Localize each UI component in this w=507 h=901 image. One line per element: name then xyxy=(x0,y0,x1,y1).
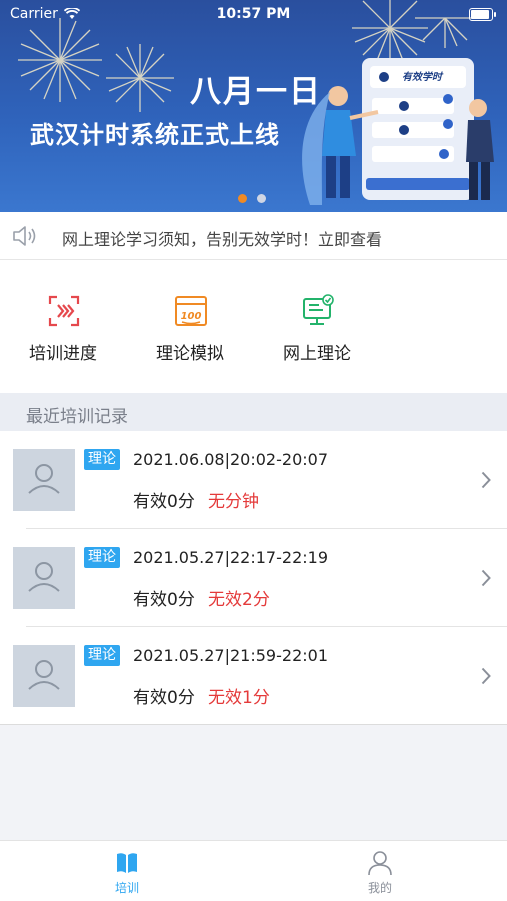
notice-text[interactable]: 网上理论学习须知，告别无效学时！立即查看 xyxy=(62,226,382,250)
function-menu: 培训进度 100 理论模拟 网上理论 xyxy=(0,260,507,393)
record-effective: 有效0分 xyxy=(133,590,195,610)
user-placeholder-icon xyxy=(28,660,60,690)
menu-label: 培训进度 xyxy=(29,344,97,364)
chevron-right-icon xyxy=(481,569,491,587)
list-item[interactable]: 理论 2021.05.27|22:17-22:19 有效0分 无效2分 xyxy=(0,529,507,627)
chevron-right-icon xyxy=(481,667,491,685)
record-invalid: 无分钟 xyxy=(208,492,259,512)
book-icon xyxy=(117,853,137,873)
svg-text:100: 100 xyxy=(181,311,202,322)
menu-item-training-progress[interactable]: 培训进度 xyxy=(3,260,123,393)
list-item[interactable]: 理论 2021.06.08|20:02-20:07 有效0分 无分钟 xyxy=(0,431,507,529)
page-dot-2[interactable] xyxy=(257,194,266,203)
banner-title: 八月一日 xyxy=(190,74,322,110)
list-item[interactable]: 理论 2021.05.27|21:59-22:01 有效0分 无效1分 xyxy=(0,627,507,725)
chevron-right-icon xyxy=(481,471,491,489)
record-type-tag: 理论 xyxy=(84,449,120,470)
tab-mine[interactable]: 我的 xyxy=(253,841,507,901)
record-time: 2021.06.08|20:02-20:07 xyxy=(133,450,328,469)
section-header: 最近培训记录 xyxy=(0,393,507,431)
record-effective: 有效0分 xyxy=(133,688,195,708)
user-placeholder-icon xyxy=(28,464,60,494)
section-title: 最近培训记录 xyxy=(26,407,128,427)
record-type-tag: 理论 xyxy=(84,645,120,666)
banner-badge: 有效学时 xyxy=(402,72,442,83)
menu-label: 理论模拟 xyxy=(156,344,224,364)
record-invalid: 无效1分 xyxy=(208,688,270,708)
promo-banner[interactable]: Carrier 10:57 PM 八月一日 武汉计时系统正式上线 有效学时 xyxy=(0,0,507,212)
record-effective: 有效0分 xyxy=(133,492,195,512)
online-theory-icon xyxy=(303,294,334,325)
tab-bar: 培训 我的 xyxy=(0,840,507,901)
user-placeholder-icon xyxy=(28,562,60,592)
record-time: 2021.05.27|21:59-22:01 xyxy=(133,646,328,665)
clock: 10:57 PM xyxy=(216,6,291,22)
theory-simulation-icon: 100 xyxy=(175,296,207,326)
tab-training[interactable]: 培训 xyxy=(0,841,254,901)
menu-item-theory-simulation[interactable]: 100 理论模拟 xyxy=(130,260,250,393)
menu-item-online-theory[interactable]: 网上理论 xyxy=(257,260,377,393)
status-bar: Carrier 10:57 PM xyxy=(0,0,507,28)
record-invalid: 无效2分 xyxy=(208,590,270,610)
battery-icon xyxy=(469,8,496,21)
speaker-icon xyxy=(13,226,36,246)
avatar xyxy=(13,645,75,707)
banner-page-indicator[interactable] xyxy=(238,194,266,203)
notice-bar[interactable]: 网上理论学习须知，告别无效学时！立即查看 xyxy=(0,212,507,260)
tab-label: 我的 xyxy=(367,881,392,895)
training-progress-icon xyxy=(48,295,80,327)
record-time: 2021.05.27|22:17-22:19 xyxy=(133,548,328,567)
record-type-tag: 理论 xyxy=(84,547,120,568)
menu-label: 网上理论 xyxy=(283,344,351,364)
page-dot-1[interactable] xyxy=(238,194,247,203)
banner-subtitle: 武汉计时系统正式上线 xyxy=(30,121,280,149)
person-icon xyxy=(368,851,392,876)
avatar xyxy=(13,449,75,511)
avatar xyxy=(13,547,75,609)
training-record-list: 理论 2021.06.08|20:02-20:07 有效0分 无分钟 理论 20… xyxy=(0,431,507,725)
tab-label: 培训 xyxy=(114,881,139,895)
